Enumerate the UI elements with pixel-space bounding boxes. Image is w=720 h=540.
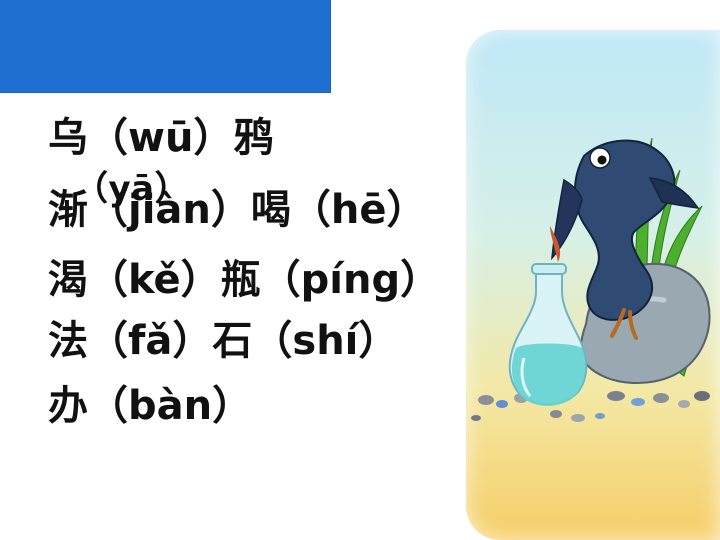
vocab-line-1: 乌（wū）鸦: [48, 115, 274, 161]
slide: 乌（wū）鸦 （yā） 渐（jiàn）喝（hē） 渴（kě）瓶（píng） 法（…: [0, 0, 720, 540]
vocab-line-6: 办（bàn）: [48, 383, 253, 429]
vocab-line-4: 渴（kě）瓶（píng）: [48, 257, 441, 303]
pebbles-icon: [471, 391, 710, 422]
crow-and-bottle-illustration: [466, 30, 720, 540]
bottle-icon: [508, 263, 588, 406]
illustration-svg: [471, 137, 711, 422]
vocab-line-3: 渐（jiàn）喝（hē）: [48, 187, 427, 233]
vocab-line-5: 法（fǎ）石（shí）: [48, 318, 399, 364]
title-bar: [0, 0, 331, 93]
